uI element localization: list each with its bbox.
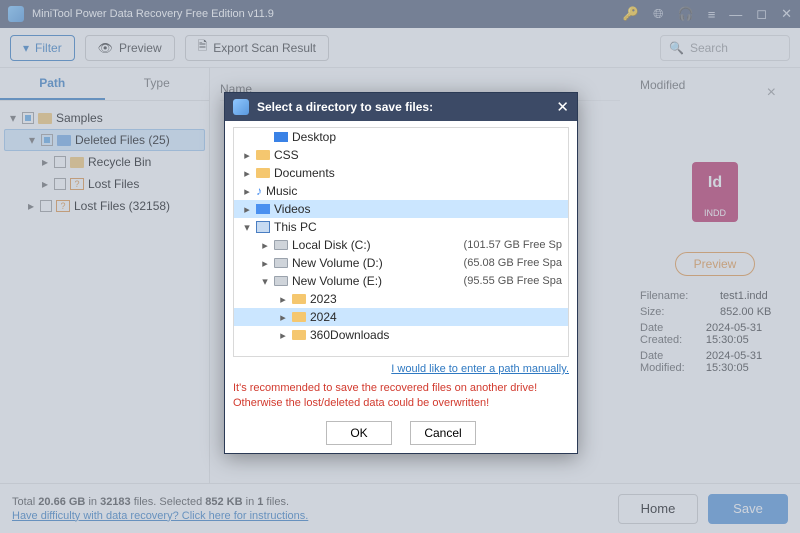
dialog-icon — [233, 99, 249, 115]
folder-icon — [256, 150, 270, 160]
drive-icon — [274, 258, 288, 268]
folder-icon — [292, 294, 306, 304]
directory-tree[interactable]: Desktop▸CSS▸Documents▸♪Music▸Videos▾This… — [233, 127, 569, 357]
music-icon: ♪ — [256, 184, 262, 198]
pc-icon — [256, 221, 270, 233]
directory-row[interactable]: ▸Videos — [234, 200, 568, 218]
chevron-icon[interactable]: ▾ — [242, 221, 252, 234]
cancel-button[interactable]: Cancel — [410, 421, 476, 445]
drive-icon — [274, 240, 288, 250]
directory-row[interactable]: ▸CSS — [234, 146, 568, 164]
chevron-icon[interactable]: ▸ — [242, 167, 252, 180]
dialog-close-icon[interactable]: ✕ — [556, 98, 569, 116]
folder-icon — [292, 330, 306, 340]
warning-text: It's recommended to save the recovered f… — [233, 381, 569, 411]
chevron-icon[interactable]: ▸ — [278, 329, 288, 342]
directory-row[interactable]: ▸2024 — [234, 308, 568, 326]
dialog-title: Select a directory to save files: — [257, 100, 548, 114]
chevron-icon[interactable]: ▸ — [278, 311, 288, 324]
drive-icon — [274, 276, 288, 286]
directory-row[interactable]: ▸New Volume (D:)(65.08 GB Free Spa — [234, 254, 568, 272]
chevron-icon[interactable]: ▸ — [242, 149, 252, 162]
directory-row[interactable]: ▸360Downloads — [234, 326, 568, 344]
chevron-icon[interactable]: ▸ — [260, 239, 270, 252]
save-directory-dialog: Select a directory to save files: ✕ Desk… — [224, 92, 578, 454]
video-icon — [256, 204, 270, 214]
manual-path-link[interactable]: I would like to enter a path manually. — [391, 363, 569, 375]
directory-row[interactable]: ▾New Volume (E:)(95.55 GB Free Spa — [234, 272, 568, 290]
chevron-icon[interactable]: ▾ — [260, 275, 270, 288]
directory-row[interactable]: ▸2023 — [234, 290, 568, 308]
chevron-icon[interactable]: ▸ — [242, 185, 252, 198]
directory-row[interactable]: ▾This PC — [234, 218, 568, 236]
chevron-icon[interactable]: ▸ — [278, 293, 288, 306]
directory-row[interactable]: ▸♪Music — [234, 182, 568, 200]
chevron-icon[interactable]: ▸ — [242, 203, 252, 216]
folder-icon — [256, 168, 270, 178]
directory-row[interactable]: Desktop — [234, 128, 568, 146]
directory-row[interactable]: ▸Local Disk (C:)(101.57 GB Free Sp — [234, 236, 568, 254]
chevron-icon[interactable]: ▸ — [260, 257, 270, 270]
folder-icon — [292, 312, 306, 322]
desktop-icon — [274, 132, 288, 142]
directory-row[interactable]: ▸Documents — [234, 164, 568, 182]
ok-button[interactable]: OK — [326, 421, 392, 445]
